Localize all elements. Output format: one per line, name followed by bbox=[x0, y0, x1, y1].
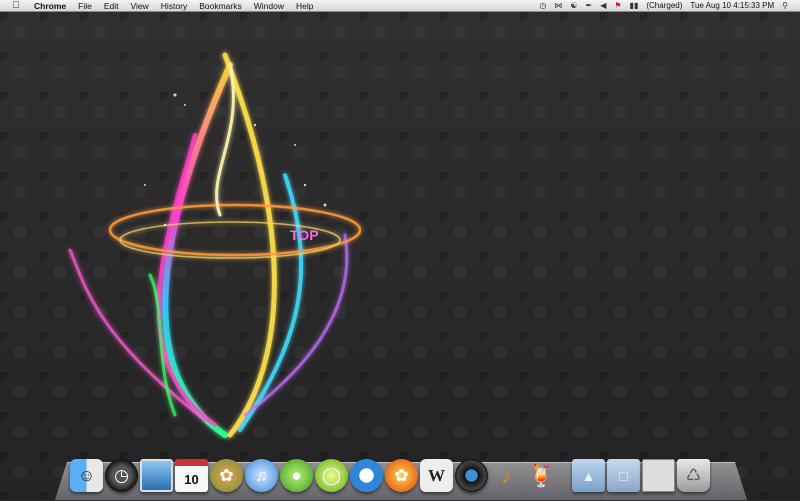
battery-status[interactable]: (Charged) bbox=[642, 0, 686, 12]
flag-input-icon[interactable]: ⚑ bbox=[610, 0, 625, 12]
time-machine-icon[interactable]: ◷ bbox=[535, 0, 550, 12]
firefox-icon[interactable]: ✿ bbox=[385, 459, 418, 492]
menu-extras: ◷ ⋈ ☯ ✒ ◀ ⚑ ▮▮ (Charged) Tue Aug 10 4:15… bbox=[535, 0, 800, 12]
menu-history[interactable]: History bbox=[155, 0, 193, 12]
menu-clock[interactable]: Tue Aug 10 4:15:33 PM bbox=[686, 0, 778, 12]
camera-icon[interactable] bbox=[455, 459, 488, 492]
garageband-icon[interactable]: ♪ bbox=[490, 459, 523, 492]
menu-edit[interactable]: Edit bbox=[98, 0, 125, 12]
spotlight-icon[interactable]: ⚲ bbox=[778, 0, 792, 12]
volume-icon[interactable]: ◀ bbox=[596, 0, 610, 12]
menu-bookmarks[interactable]: Bookmarks bbox=[193, 0, 248, 12]
script-icon[interactable]: ✒ bbox=[582, 0, 597, 12]
applications-folder-icon[interactable]: ▲ bbox=[572, 459, 605, 492]
ichat-icon[interactable]: ● bbox=[280, 459, 313, 492]
bluetooth-icon[interactable]: ⋈ bbox=[550, 0, 566, 12]
preview-icon[interactable] bbox=[140, 459, 173, 492]
calendar-icon[interactable]: 10 bbox=[175, 459, 208, 492]
wallpaper-flame-art: TOP bbox=[68, 52, 362, 438]
documents-folder-icon[interactable]: □ bbox=[607, 459, 640, 492]
photo-browser-icon[interactable]: ✿ bbox=[210, 459, 243, 492]
wallpaper-text: TOP bbox=[290, 227, 319, 243]
itunes-icon[interactable]: ♫ bbox=[245, 459, 278, 492]
wifi-icon[interactable]: ☯ bbox=[566, 0, 581, 12]
menu-bar:  Chrome File Edit View History Bookmark… bbox=[0, 0, 800, 12]
opera-icon[interactable] bbox=[350, 459, 383, 492]
apple-menu-icon[interactable]:  bbox=[10, 0, 22, 12]
browser-window-icon[interactable] bbox=[642, 459, 675, 492]
menu-app-name[interactable]: Chrome bbox=[28, 0, 72, 12]
dashboard-icon[interactable]: ◷ bbox=[105, 459, 138, 492]
adium-icon[interactable]: 🍹 bbox=[525, 459, 558, 492]
word-icon[interactable]: W bbox=[420, 459, 453, 492]
battery-icon[interactable]: ▮▮ bbox=[626, 0, 643, 12]
menu-help[interactable]: Help bbox=[290, 0, 319, 12]
limewire-icon[interactable]: ◯ bbox=[315, 459, 348, 492]
finder-icon[interactable]: ☺ bbox=[70, 459, 103, 492]
menu-view[interactable]: View bbox=[124, 0, 154, 12]
menu-window[interactable]: Window bbox=[248, 0, 290, 12]
trash-icon[interactable]: ♺ bbox=[677, 459, 710, 492]
dock: ☺ ◷ 10 ✿ ♫ ● ◯ ✿ W ♪ 🍹 ▲ □ ♺ bbox=[70, 452, 735, 492]
menu-file[interactable]: File bbox=[72, 0, 98, 12]
